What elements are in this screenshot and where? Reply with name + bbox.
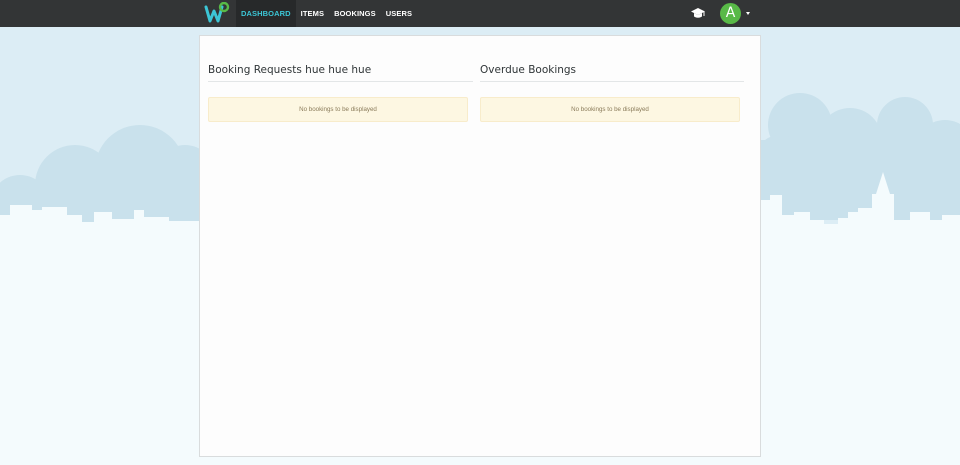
dashboard-panel: Booking Requests hue hue hue No bookings… xyxy=(199,35,761,457)
booking-requests-title: Booking Requests hue hue hue xyxy=(208,64,473,82)
user-menu-caret-icon[interactable] xyxy=(746,12,750,15)
overdue-bookings-empty-alert: No bookings to be displayed xyxy=(480,97,740,122)
nav-users[interactable]: USERS xyxy=(381,0,417,27)
overdue-bookings-section: Overdue Bookings No bookings to be displ… xyxy=(480,64,744,122)
booking-requests-empty-alert: No bookings to be displayed xyxy=(208,97,468,122)
user-avatar[interactable]: A xyxy=(720,3,741,24)
booking-requests-section: Booking Requests hue hue hue No bookings… xyxy=(208,64,473,122)
nav-items[interactable]: ITEMS xyxy=(296,0,329,27)
nav-dashboard[interactable]: DASHBOARD xyxy=(236,0,296,27)
overdue-bookings-title: Overdue Bookings xyxy=(480,64,744,82)
graduation-cap-icon[interactable] xyxy=(691,7,705,19)
nav-bookings[interactable]: BOOKINGS xyxy=(329,0,381,27)
main-nav: DASHBOARD ITEMS BOOKINGS USERS xyxy=(236,0,417,27)
w-logo-icon[interactable] xyxy=(204,2,230,24)
top-navbar: DASHBOARD ITEMS BOOKINGS USERS A xyxy=(0,0,960,27)
